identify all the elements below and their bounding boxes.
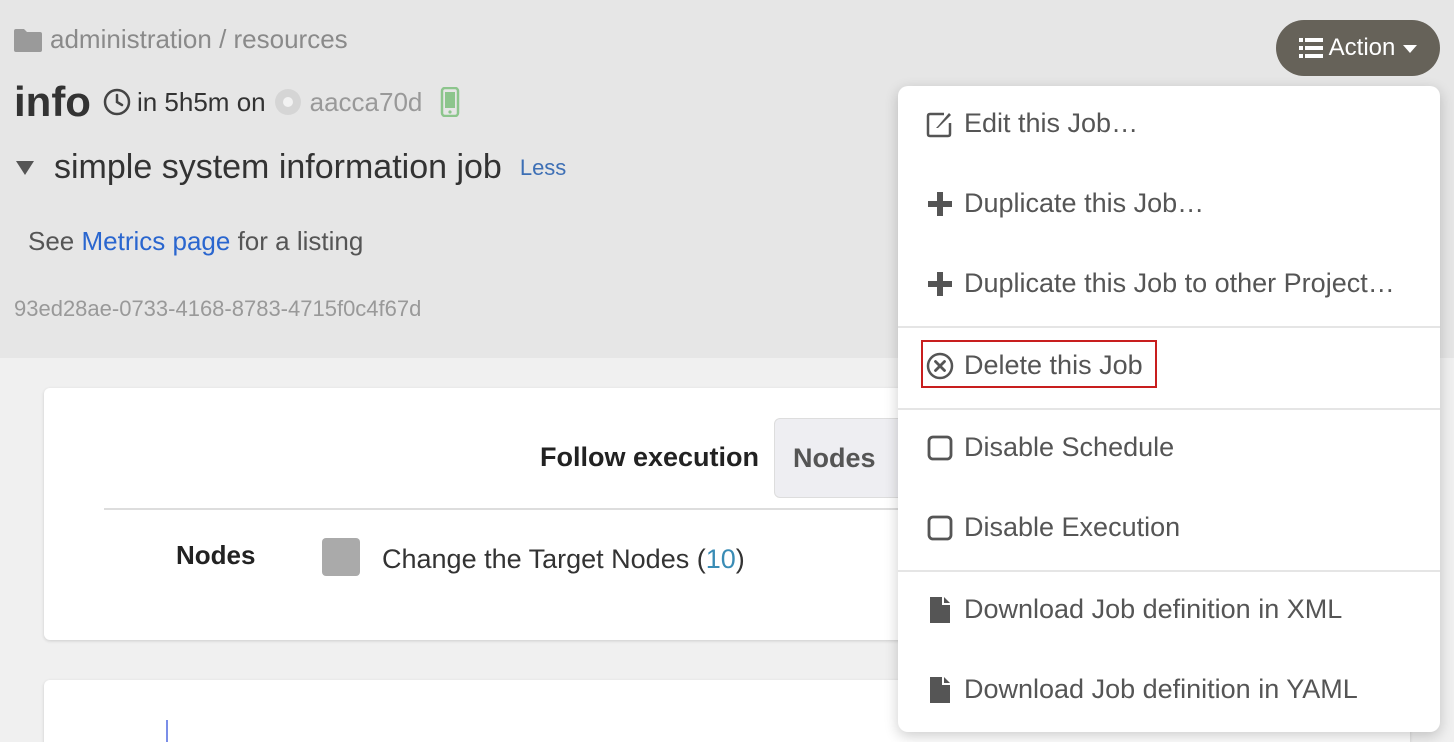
node-count[interactable]: 10 xyxy=(706,544,736,574)
caret-down-icon xyxy=(1403,45,1418,53)
description-body: See Metrics page for a listing xyxy=(28,226,363,257)
breadcrumb-text[interactable]: administration / resources xyxy=(50,24,348,55)
description-title: simple system information job xyxy=(54,148,502,186)
menu-item-label: Disable Execution xyxy=(964,512,1181,542)
menu-item-delete-job[interactable]: Delete this Job xyxy=(926,350,1143,381)
breadcrumb[interactable]: administration / resources xyxy=(14,24,348,55)
nodes-label: Nodes xyxy=(176,540,256,570)
menu-item-label: Edit this Job… xyxy=(964,108,1139,138)
menu-item-label: Download Job definition in XML xyxy=(964,594,1343,624)
plus-icon xyxy=(926,190,954,218)
less-link[interactable]: Less xyxy=(520,155,566,181)
menu-item-label: Disable Schedule xyxy=(964,432,1175,462)
menu-item-disable-schedule[interactable]: Disable Schedule xyxy=(926,432,1174,463)
follow-execution-label: Follow execution xyxy=(540,442,760,472)
menu-divider xyxy=(898,570,1440,572)
file-icon xyxy=(926,596,954,624)
action-button-label: Action xyxy=(1328,34,1396,61)
file-icon xyxy=(926,676,954,704)
delete-circle-icon xyxy=(926,352,954,380)
menu-item-download-yaml[interactable]: Download Job definition in YAML xyxy=(926,674,1358,705)
job-uuid: 93ed28ae-0733-4168-8783-4715f0c4f67d xyxy=(14,296,422,321)
job-name: info xyxy=(14,78,91,125)
menu-item-disable-execution[interactable]: Disable Execution xyxy=(926,512,1180,543)
clock-icon xyxy=(103,88,131,116)
description-row: simple system information job Less xyxy=(14,148,566,187)
change-target-close: ) xyxy=(735,544,745,574)
menu-item-download-xml[interactable]: Download Job definition in XML xyxy=(926,594,1342,625)
collapse-caret-icon[interactable] xyxy=(16,160,34,175)
see-suffix: for a listing xyxy=(237,226,364,256)
menu-item-label: Duplicate this Job to other Project… xyxy=(964,268,1395,298)
list-icon xyxy=(1298,37,1323,59)
change-target-text: Change the Target Nodes ( xyxy=(382,544,706,574)
checkbox-icon xyxy=(926,434,954,462)
schedule-text: in 5h5m on xyxy=(136,86,266,117)
action-button[interactable]: Action xyxy=(1276,20,1440,76)
menu-item-label: Download Job definition in YAML xyxy=(964,674,1358,704)
mobile-icon xyxy=(440,86,460,118)
checkbox-icon xyxy=(926,514,954,542)
menu-item-label: Delete this Job xyxy=(964,350,1143,380)
node-status-icon xyxy=(274,88,302,116)
action-dropdown-menu: Edit this Job… Duplicate this Job… Dupli… xyxy=(898,86,1440,732)
menu-divider xyxy=(898,326,1440,328)
edit-icon xyxy=(926,110,954,138)
plus-icon xyxy=(926,270,954,298)
menu-divider xyxy=(898,408,1440,410)
text-cursor xyxy=(166,720,168,742)
see-prefix: See xyxy=(28,226,75,256)
folder-icon xyxy=(14,28,42,52)
job-title-row: info in 5h5m on aacca70d xyxy=(14,78,460,126)
menu-item-edit-job[interactable]: Edit this Job… xyxy=(926,108,1138,139)
menu-item-duplicate-job[interactable]: Duplicate this Job… xyxy=(926,188,1204,219)
node-name[interactable]: aacca70d xyxy=(310,87,423,118)
menu-item-label: Duplicate this Job… xyxy=(964,188,1205,218)
menu-item-duplicate-to-project[interactable]: Duplicate this Job to other Project… xyxy=(926,268,1395,299)
change-target-label[interactable]: Change the Target Nodes (10) xyxy=(382,544,745,575)
change-target-checkbox[interactable] xyxy=(322,538,360,576)
metrics-page-link[interactable]: Metrics page xyxy=(82,226,231,256)
